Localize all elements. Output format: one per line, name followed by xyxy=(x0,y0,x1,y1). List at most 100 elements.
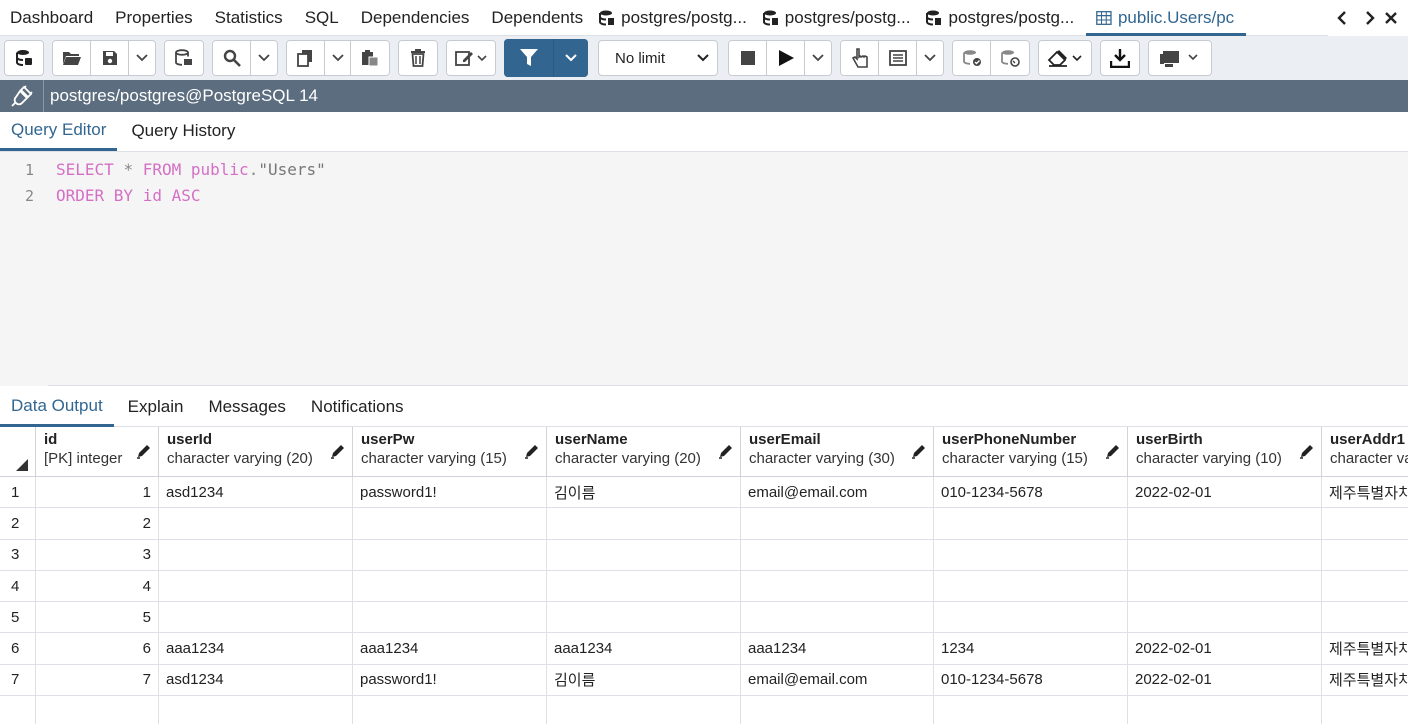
cell-userpw[interactable]: password1! xyxy=(353,477,547,508)
tab-statistics[interactable]: Statistics xyxy=(205,0,295,36)
cell-userid[interactable] xyxy=(159,508,353,539)
paste-button[interactable] xyxy=(351,41,389,75)
tab-dependents[interactable]: Dependents xyxy=(481,0,595,36)
explain-options-dropdown[interactable] xyxy=(917,41,943,75)
column-header-useraddr1[interactable]: userAddr1 character va xyxy=(1322,427,1408,477)
table-row[interactable]: 33 xyxy=(0,539,1408,571)
column-header-userid[interactable]: userId character varying (20) xyxy=(159,427,353,477)
cell-useraddr1[interactable] xyxy=(1322,602,1408,632)
cell-userphonenumber[interactable]: 010-1234-5678 xyxy=(934,664,1128,696)
tab-sql[interactable]: SQL xyxy=(295,0,351,36)
tab-query-tool-3[interactable]: postgres/postg... xyxy=(922,0,1086,36)
save-options-dropdown[interactable] xyxy=(129,41,155,75)
cell-useremail[interactable] xyxy=(741,570,934,602)
cell-useraddr1[interactable] xyxy=(1322,508,1408,538)
tab-notifications[interactable]: Notifications xyxy=(300,387,415,427)
cell-userbirth[interactable] xyxy=(1128,539,1322,570)
cell-userbirth[interactable] xyxy=(1128,570,1322,602)
row-limit-select[interactable]: No limit xyxy=(598,40,718,76)
copy-options-dropdown[interactable] xyxy=(325,41,351,75)
copy-button[interactable] xyxy=(287,41,325,75)
tab-query-history[interactable]: Query History xyxy=(120,111,246,151)
column-header-userbirth[interactable]: userBirth character varying (10) xyxy=(1128,427,1322,477)
column-header-useremail[interactable]: userEmail character varying (30) xyxy=(741,427,934,477)
tab-query-tool-1[interactable]: postgres/postg... xyxy=(595,0,759,36)
table-row[interactable]: 22 xyxy=(0,508,1408,540)
tab-scroll-left-button[interactable] xyxy=(1328,0,1356,36)
cell-useraddr1[interactable] xyxy=(1322,540,1408,570)
table-row[interactable]: 6 6 aaa1234 aaa1234 aaa1234 aaa1234 1234 2022-0… xyxy=(0,633,1408,665)
connection-status-button[interactable] xyxy=(5,41,43,75)
cell-username[interactable] xyxy=(547,539,741,570)
rollback-button[interactable] xyxy=(991,41,1029,75)
cell-userpw[interactable] xyxy=(353,570,547,602)
tab-view-data-users[interactable]: public.Users/pc xyxy=(1086,0,1247,36)
cell-useraddr1[interactable]: 제주특별자치 xyxy=(1322,477,1408,507)
explain-button[interactable] xyxy=(841,41,879,75)
stop-query-button[interactable] xyxy=(729,41,767,75)
cell-userid[interactable] xyxy=(159,602,353,633)
execute-button[interactable] xyxy=(767,41,805,75)
tab-explain[interactable]: Explain xyxy=(117,387,195,427)
cell-userpw[interactable] xyxy=(353,602,547,633)
cell-useremail[interactable]: email@email.com xyxy=(741,477,934,508)
filter-options-dropdown[interactable] xyxy=(554,39,588,77)
execute-options-dropdown[interactable] xyxy=(805,41,831,75)
cell-userid[interactable]: aaa1234 xyxy=(159,633,353,664)
table-row[interactable]: 1 1 asd1234 password1! 김이름 email@email.com 010… xyxy=(0,477,1408,509)
cell-username[interactable] xyxy=(547,602,741,633)
cell-userbirth[interactable] xyxy=(1128,602,1322,633)
cell-id[interactable]: 3 xyxy=(36,539,159,570)
row-number[interactable]: 5 xyxy=(0,602,36,633)
row-number[interactable]: 2 xyxy=(0,508,36,539)
cell-username[interactable] xyxy=(547,570,741,602)
column-header-username[interactable]: userName character varying (20) xyxy=(547,427,741,477)
table-row[interactable]: 44 xyxy=(0,570,1408,603)
cell-useremail[interactable] xyxy=(741,602,934,633)
edit-options-button[interactable] xyxy=(447,41,495,75)
filter-button[interactable] xyxy=(504,39,554,77)
cell-useremail[interactable] xyxy=(741,508,934,539)
cell-id[interactable]: 5 xyxy=(36,602,159,633)
clear-button[interactable] xyxy=(1039,41,1091,75)
cell-userid[interactable]: asd1234 xyxy=(159,664,353,696)
row-number[interactable]: 4 xyxy=(0,570,36,602)
cell-userphonenumber[interactable] xyxy=(934,508,1128,539)
cell-userbirth[interactable]: 2022-02-01 xyxy=(1128,633,1322,664)
tab-dashboard[interactable]: Dashboard xyxy=(0,0,105,36)
open-file-button[interactable] xyxy=(53,41,91,75)
tab-data-output[interactable]: Data Output xyxy=(0,387,114,427)
cell-username[interactable] xyxy=(547,508,741,539)
cell-userphonenumber[interactable]: 1234 xyxy=(934,633,1128,664)
cell-userpw[interactable] xyxy=(353,539,547,570)
cell-id[interactable]: 2 xyxy=(36,508,159,539)
find-button[interactable] xyxy=(213,41,251,75)
cell-id[interactable]: 6 xyxy=(36,633,159,664)
table-row[interactable]: 55 xyxy=(0,602,1408,634)
column-header-id[interactable]: id [PK] integer xyxy=(36,427,159,477)
tab-scroll-right-button[interactable] xyxy=(1356,0,1384,36)
cell-userpw[interactable]: password1! xyxy=(353,664,547,696)
column-header-userphonenumber[interactable]: userPhoneNumber character varying (15) xyxy=(934,427,1128,477)
cell-username[interactable]: aaa1234 xyxy=(547,633,741,664)
cell-useremail[interactable]: aaa1234 xyxy=(741,633,934,664)
cell-userphonenumber[interactable]: 010-1234-5678 xyxy=(934,477,1128,508)
save-file-button[interactable] xyxy=(91,41,129,75)
cell-useremail[interactable]: email@email.com xyxy=(741,664,934,696)
tab-properties[interactable]: Properties xyxy=(105,0,204,36)
tab-close-button[interactable] xyxy=(1384,0,1408,36)
cell-id[interactable]: 1 xyxy=(36,477,159,508)
new-connection-button[interactable] xyxy=(165,41,203,75)
tab-query-tool-2[interactable]: postgres/postg... xyxy=(759,0,923,36)
tab-messages[interactable]: Messages xyxy=(197,387,296,427)
connection-label[interactable]: postgres/postgres@PostgreSQL 14 xyxy=(50,86,318,106)
row-number[interactable]: 1 xyxy=(0,477,36,508)
row-number[interactable]: 7 xyxy=(0,664,36,696)
download-csv-button[interactable] xyxy=(1101,41,1139,75)
cell-userpw[interactable] xyxy=(353,508,547,539)
sql-editor[interactable]: 1 2 SELECT * FROM public."Users" ORDER B… xyxy=(0,152,1408,386)
row-number[interactable]: 3 xyxy=(0,539,36,570)
tab-query-editor[interactable]: Query Editor xyxy=(0,111,118,151)
find-options-dropdown[interactable] xyxy=(251,41,277,75)
cell-userbirth[interactable]: 2022-02-01 xyxy=(1128,664,1322,696)
